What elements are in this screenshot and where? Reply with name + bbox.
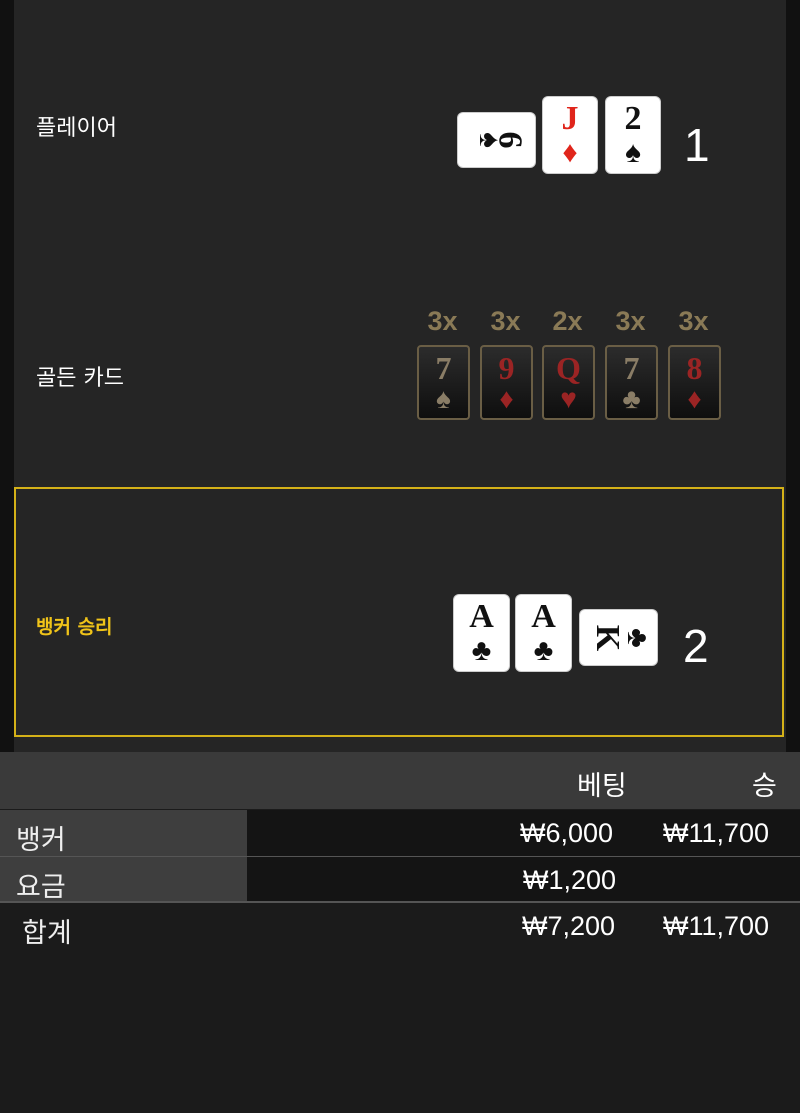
- card-rank: A: [469, 598, 494, 635]
- card-suit: ♦: [499, 383, 514, 415]
- card-suit: ♣: [622, 383, 641, 415]
- table-row: 뱅커 ₩6,000 ₩11,700: [0, 810, 800, 856]
- card-suit: ♥: [560, 383, 577, 415]
- card-rank: 2: [624, 100, 642, 137]
- card-suit: ♣: [471, 634, 492, 667]
- golden-multiplier: 3x: [615, 306, 646, 336]
- total-bet: ₩7,200: [522, 911, 616, 941]
- banker-card-3: K ♣: [580, 610, 657, 665]
- header-bet: 베팅: [577, 771, 627, 801]
- golden-multiplier: 2x: [552, 306, 583, 336]
- banker-card-1: A ♣: [454, 595, 509, 671]
- card-rank: 6: [491, 131, 529, 149]
- golden-multiplier: 3x: [678, 306, 709, 336]
- golden-card-3: Q ♥: [542, 345, 595, 420]
- card-suit: ♣: [620, 627, 654, 648]
- golden-multiplier: 3x: [427, 306, 458, 336]
- row-bet: ₩1,200: [523, 865, 617, 895]
- card-rank: K: [589, 624, 627, 651]
- card-suit: ♦: [687, 383, 702, 415]
- card-suit: ♠: [436, 383, 451, 415]
- row-win: ₩11,700: [663, 818, 770, 848]
- total-label: 합계: [22, 918, 72, 948]
- card-suit: ♦: [562, 136, 578, 169]
- card-suit: ♣: [533, 634, 554, 667]
- table-header: 베팅 승: [0, 752, 800, 809]
- player-card-3: 2 ♠: [606, 97, 660, 173]
- golden-multiplier: 3x: [490, 306, 521, 336]
- total-win: ₩11,700: [663, 911, 770, 941]
- table-row-total: 합계 ₩7,200 ₩11,700: [0, 903, 800, 949]
- golden-card-2: 9 ♦: [480, 345, 533, 420]
- player-score: 1: [684, 119, 710, 171]
- card-rank: J: [561, 100, 579, 137]
- banker-card-2: A ♣: [516, 595, 571, 671]
- card-rank: Q: [556, 349, 581, 386]
- golden-card-4: 7 ♣: [605, 345, 658, 420]
- card-rank: 7: [623, 349, 640, 386]
- row-label: 뱅커: [16, 825, 66, 855]
- golden-card-5: 8 ♦: [668, 345, 721, 420]
- card-rank: A: [531, 598, 556, 635]
- banker-win-label: 뱅커 승리: [36, 616, 113, 638]
- header-win: 승: [752, 771, 777, 801]
- player-card-1: ♠ 6: [458, 113, 535, 167]
- row-bet: ₩6,000: [520, 818, 614, 848]
- player-card-2: J ♦: [543, 97, 597, 173]
- banker-score: 2: [683, 620, 709, 672]
- golden-card-1: 7 ♠: [417, 345, 470, 420]
- player-label: 플레이어: [36, 116, 117, 141]
- row-label: 요금: [16, 872, 66, 902]
- golden-card-label: 골든 카드: [36, 366, 124, 391]
- card-rank: 8: [686, 349, 703, 386]
- table-row: 요금 ₩1,200: [0, 857, 800, 903]
- card-rank: 9: [498, 349, 515, 386]
- winner-highlight: [14, 487, 784, 737]
- card-suit: ♠: [625, 136, 641, 169]
- card-rank: 7: [435, 349, 452, 386]
